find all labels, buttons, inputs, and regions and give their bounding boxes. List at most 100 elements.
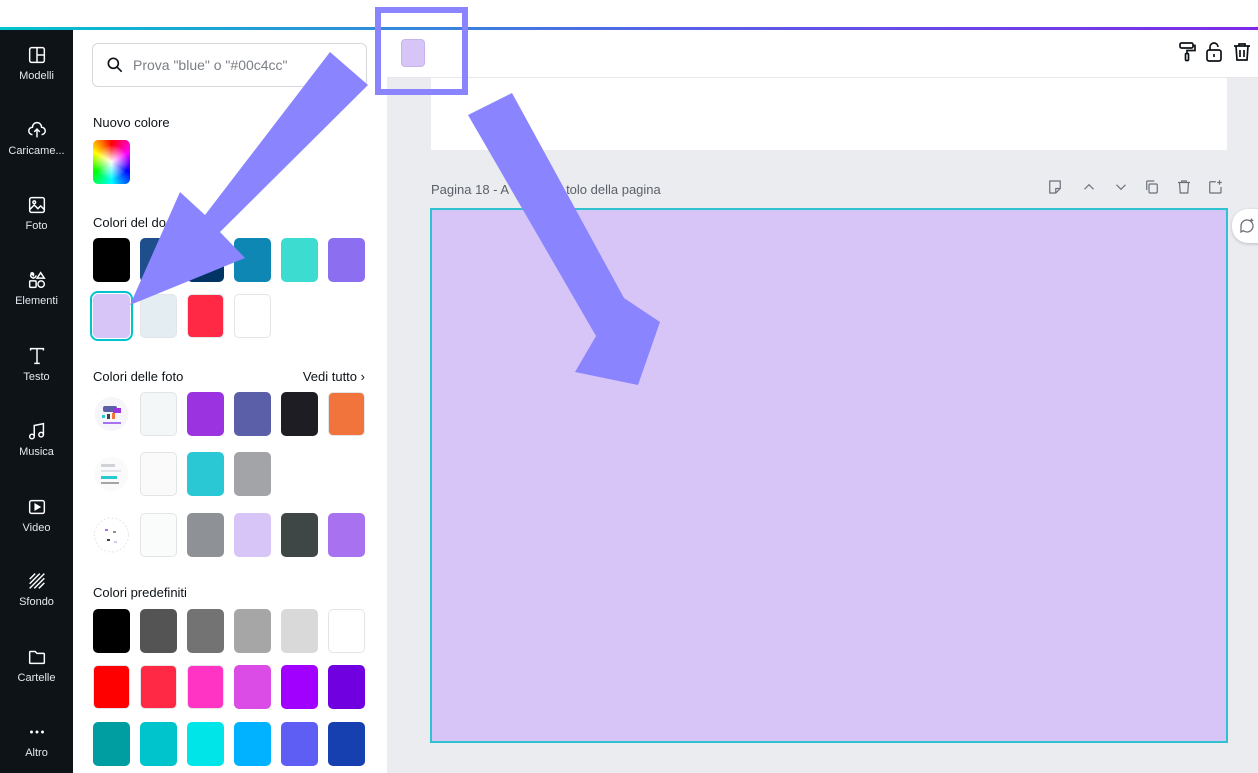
chevron-up-icon[interactable] [1080, 178, 1098, 196]
folder-icon [28, 650, 45, 665]
color-swatch[interactable] [281, 665, 318, 709]
color-swatch[interactable] [281, 609, 318, 653]
background-color-button[interactable] [401, 39, 425, 67]
color-swatch[interactable] [187, 238, 224, 282]
photo-thumbnail-image [94, 517, 129, 553]
color-swatch[interactable] [187, 392, 224, 436]
color-swatch[interactable] [187, 513, 224, 557]
rail-label: Caricame... [8, 145, 65, 157]
color-swatch[interactable] [281, 392, 318, 436]
color-swatch[interactable] [93, 609, 130, 653]
color-swatch[interactable] [140, 238, 177, 282]
page-title-suffix: tolo della pagina [566, 182, 661, 197]
color-swatch[interactable] [328, 238, 365, 282]
color-swatch[interactable] [187, 452, 224, 496]
rail-item-testo[interactable]: Testo [0, 345, 73, 415]
rail-label: Elementi [15, 295, 58, 307]
see-all-label: Vedi tutto [302, 369, 358, 384]
doc-colors-title: Colori del doc [93, 215, 173, 230]
color-swatch[interactable] [281, 722, 318, 766]
rail-item-video[interactable]: Video [0, 496, 73, 566]
color-swatch[interactable] [187, 294, 224, 338]
photo-thumbnail-image [94, 457, 129, 491]
rail-label: Video [22, 522, 51, 534]
rail-label: Modelli [19, 70, 54, 82]
color-swatch[interactable] [90, 291, 133, 341]
color-swatch[interactable] [234, 513, 271, 557]
rail-item-foto[interactable]: Foto [0, 194, 73, 264]
rail-item-cartelle[interactable]: Cartelle [0, 646, 73, 716]
more-icon [29, 730, 44, 734]
text-icon [29, 347, 44, 365]
color-swatch[interactable] [140, 294, 177, 338]
photo-thumbnail[interactable] [93, 392, 130, 436]
page-title[interactable]: Pagina 18 - A tolo della pagina [431, 182, 661, 197]
color-swatch[interactable] [281, 238, 318, 282]
color-swatch[interactable] [328, 392, 365, 436]
color-swatch[interactable] [234, 452, 271, 496]
rail-item-musica[interactable]: Musica [0, 420, 73, 490]
unlock-icon[interactable] [1202, 40, 1226, 64]
chevron-right-icon: › [360, 369, 365, 384]
previous-page[interactable] [431, 78, 1227, 150]
design-page[interactable] [430, 208, 1228, 743]
color-swatch[interactable] [234, 392, 271, 436]
color-swatch[interactable] [187, 609, 224, 653]
rail-label: Cartelle [17, 672, 56, 684]
color-swatch[interactable] [234, 238, 271, 282]
color-swatch[interactable] [328, 665, 365, 709]
music-icon [28, 422, 44, 440]
color-swatch[interactable] [140, 722, 177, 766]
rail-item-altro[interactable]: Altro [0, 721, 73, 773]
comment-button[interactable] [1232, 209, 1258, 243]
color-swatch[interactable] [234, 294, 271, 338]
add-page-icon[interactable] [1206, 178, 1224, 196]
color-swatch[interactable] [234, 609, 271, 653]
color-swatch[interactable] [140, 452, 177, 496]
new-color-button[interactable] [93, 140, 130, 184]
color-swatch[interactable] [140, 665, 177, 709]
color-swatch[interactable] [140, 609, 177, 653]
see-all-link[interactable]: Vedi tutto › [303, 369, 365, 384]
new-color-title: Nuovo colore [93, 115, 170, 130]
color-swatch[interactable] [187, 722, 224, 766]
background-icon [28, 573, 45, 589]
color-search[interactable] [92, 43, 367, 87]
color-swatch[interactable] [93, 722, 130, 766]
color-swatch[interactable] [93, 238, 130, 282]
shapes-icon [28, 271, 46, 289]
color-swatch[interactable] [328, 513, 365, 557]
paint-roller-icon[interactable] [1175, 40, 1199, 64]
rail-item-elementi[interactable]: Elementi [0, 269, 73, 339]
search-input[interactable] [133, 57, 353, 73]
color-swatch[interactable] [140, 392, 177, 436]
video-icon [28, 499, 45, 515]
rail-item-sfondo[interactable]: Sfondo [0, 570, 73, 640]
rail-label: Altro [25, 747, 48, 759]
color-swatch[interactable] [93, 665, 130, 709]
photo-thumbnail[interactable] [93, 452, 130, 496]
rail-item-caricamenti[interactable]: Caricame... [0, 119, 73, 189]
layout-icon [28, 46, 45, 64]
color-swatch[interactable] [234, 722, 271, 766]
color-swatch[interactable] [187, 665, 224, 709]
color-swatch[interactable] [140, 513, 177, 557]
rail-label: Foto [25, 220, 48, 232]
search-icon [107, 57, 123, 73]
cloud-upload-icon [27, 122, 46, 138]
chevron-down-icon[interactable] [1112, 178, 1130, 196]
color-swatch[interactable] [281, 513, 318, 557]
note-icon[interactable] [1046, 178, 1064, 196]
photo-thumbnail-image [94, 397, 129, 431]
color-swatch[interactable] [328, 609, 365, 653]
color-swatch[interactable] [234, 665, 271, 709]
trash-icon[interactable] [1230, 40, 1254, 64]
duplicate-icon[interactable] [1143, 178, 1161, 196]
trash-icon[interactable] [1175, 178, 1193, 196]
color-panel: Nuovo colore Colori del doc Colori delle… [73, 30, 387, 773]
photo-thumbnail[interactable] [93, 513, 130, 557]
image-icon [28, 196, 45, 214]
comment-add-icon [1240, 218, 1254, 234]
rail-item-modelli[interactable]: Modelli [0, 44, 73, 114]
color-swatch[interactable] [328, 722, 365, 766]
